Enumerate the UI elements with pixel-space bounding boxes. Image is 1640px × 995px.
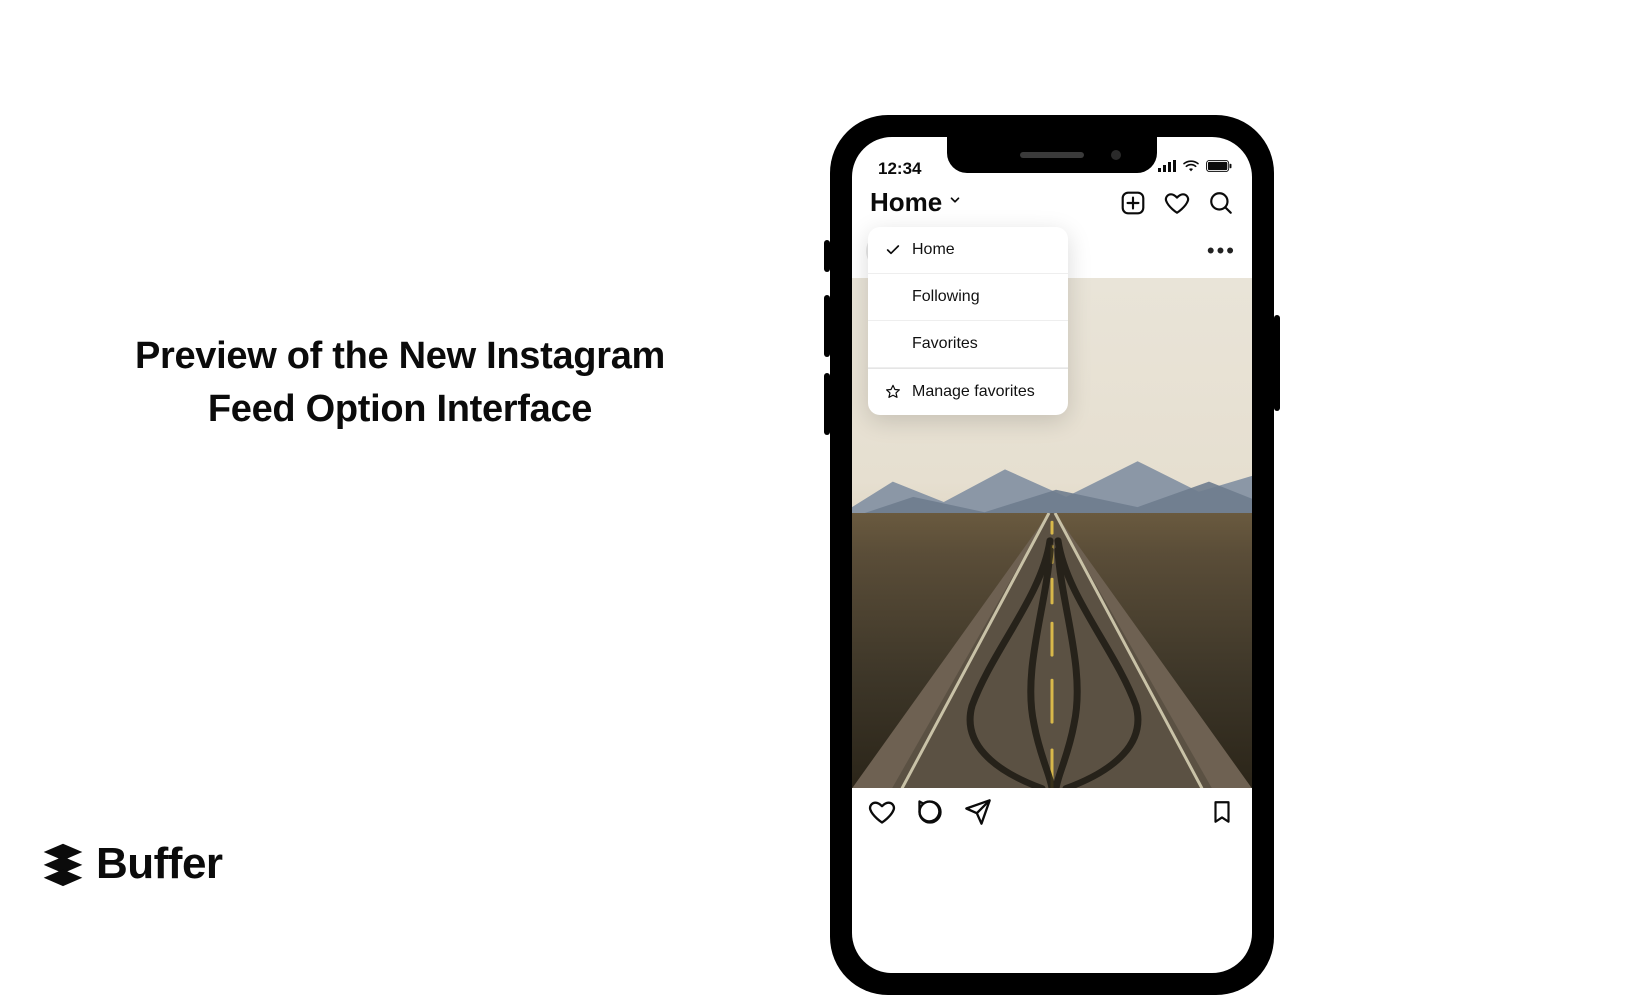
share-icon[interactable] <box>964 798 992 826</box>
feed-selector-label: Home <box>870 187 942 218</box>
star-outline-icon <box>884 384 902 400</box>
phone-mute-switch <box>824 240 830 272</box>
dropdown-item-label: Home <box>912 241 955 259</box>
chevron-down-icon <box>948 193 962 212</box>
search-icon[interactable] <box>1208 190 1234 216</box>
dropdown-item-label: Following <box>912 288 980 306</box>
bookmark-icon[interactable] <box>1208 798 1236 826</box>
buffer-wordmark: Buffer <box>96 839 223 889</box>
phone-volume-down <box>824 373 830 435</box>
dropdown-item-following[interactable]: Following <box>868 274 1068 321</box>
phone-mockup: 12:34 <box>830 115 1274 995</box>
cellular-signal-icon <box>1158 159 1176 177</box>
page-headline: Preview of the New Instagram Feed Option… <box>120 330 680 436</box>
phone-notch <box>947 137 1157 173</box>
status-time: 12:34 <box>878 159 921 179</box>
check-icon <box>884 242 902 258</box>
new-post-icon[interactable] <box>1120 190 1146 216</box>
dropdown-item-manage-favorites[interactable]: Manage favorites <box>868 368 1068 415</box>
buffer-icon <box>40 841 86 887</box>
post-action-bar <box>852 788 1252 826</box>
phone-volume-up <box>824 295 830 357</box>
comment-icon[interactable] <box>916 798 944 826</box>
phone-power-button <box>1274 315 1280 411</box>
post-more-icon[interactable]: ••• <box>1207 238 1236 264</box>
wifi-icon <box>1182 159 1200 177</box>
dropdown-item-home[interactable]: Home <box>868 227 1068 274</box>
dropdown-item-label: Favorites <box>912 335 978 353</box>
buffer-logo: Buffer <box>40 839 223 889</box>
activity-heart-icon[interactable] <box>1164 190 1190 216</box>
dropdown-item-label: Manage favorites <box>912 383 1035 401</box>
feed-dropdown: Home Following Favorites Manage <box>868 227 1068 415</box>
dropdown-item-favorites[interactable]: Favorites <box>868 321 1068 368</box>
battery-icon <box>1206 159 1232 177</box>
instagram-header: Home <box>852 183 1252 228</box>
feed-selector-button[interactable]: Home <box>870 187 962 218</box>
like-heart-icon[interactable] <box>868 798 896 826</box>
